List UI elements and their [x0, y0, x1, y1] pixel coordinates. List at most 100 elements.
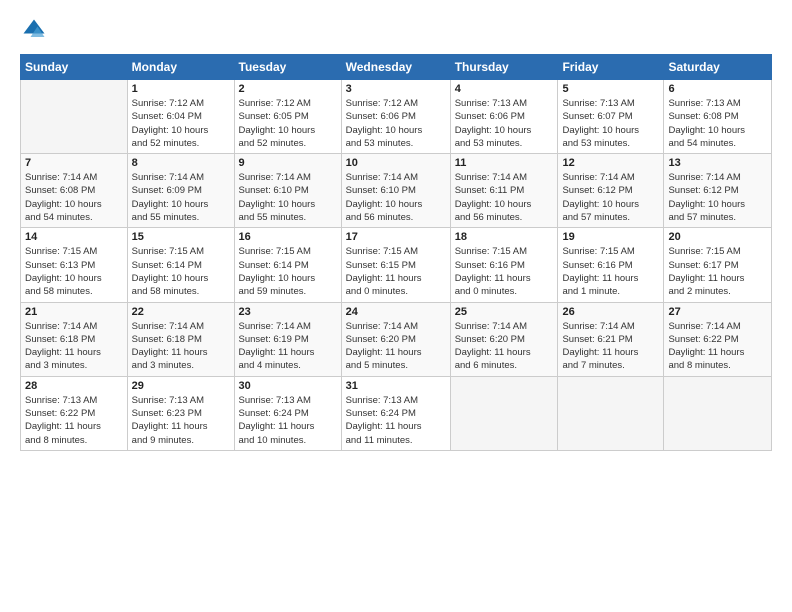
calendar-cell: 3Sunrise: 7:12 AMSunset: 6:06 PMDaylight… — [341, 80, 450, 154]
day-info: Sunrise: 7:15 AMSunset: 6:13 PMDaylight:… — [25, 245, 123, 298]
calendar-cell: 9 Sunrise: 7:14 AMSunset: 6:10 PMDaylight… — [234, 154, 341, 228]
day-info: Sunrise: 7:15 AMSunset: 6:17 PMDaylight:… — [668, 245, 767, 298]
day-number: 6 — [668, 83, 767, 95]
day-info: Sunrise: 7:14 AMSunset: 6:12 PMDaylight:… — [668, 171, 767, 224]
day-number: 24 — [346, 306, 446, 318]
day-info: Sunrise: 7:14 AMSunset: 6:08 PMDaylight:… — [25, 171, 123, 224]
week-row-5: 28 Sunrise: 7:13 AMSunset: 6:22 PMDayligh… — [21, 376, 772, 450]
day-number: 31 — [346, 380, 446, 392]
day-number: 20 — [668, 231, 767, 243]
day-info: Sunrise: 7:15 AMSunset: 6:14 PMDaylight:… — [239, 245, 337, 298]
day-info: Sunrise: 7:12 AMSunset: 6:05 PMDaylight:… — [239, 97, 337, 150]
day-info: Sunrise: 7:13 AMSunset: 6:24 PMDaylight:… — [346, 394, 446, 447]
day-number: 2 — [239, 83, 337, 95]
day-info: Sunrise: 7:14 AMSunset: 6:12 PMDaylight:… — [562, 171, 659, 224]
calendar-cell: 30 Sunrise: 7:13 AMSunset: 6:24 PMDayligh… — [234, 376, 341, 450]
calendar-cell: 26 Sunrise: 7:14 AMSunset: 6:21 PMDayligh… — [558, 302, 664, 376]
calendar-cell: 14 Sunrise: 7:15 AMSunset: 6:13 PMDayligh… — [21, 228, 128, 302]
day-info: Sunrise: 7:14 AMSunset: 6:10 PMDaylight:… — [346, 171, 446, 224]
day-info: Sunrise: 7:13 AMSunset: 6:06 PMDaylight:… — [455, 97, 554, 150]
day-number: 22 — [132, 306, 230, 318]
day-info: Sunrise: 7:14 AMSunset: 6:18 PMDaylight:… — [25, 320, 123, 373]
calendar-cell — [558, 376, 664, 450]
day-info: Sunrise: 7:14 AMSunset: 6:19 PMDaylight:… — [239, 320, 337, 373]
day-info: Sunrise: 7:14 AMSunset: 6:18 PMDaylight:… — [132, 320, 230, 373]
logo-icon — [20, 16, 48, 44]
day-number: 12 — [562, 157, 659, 169]
day-number: 7 — [25, 157, 123, 169]
calendar-cell: 21 Sunrise: 7:14 AMSunset: 6:18 PMDayligh… — [21, 302, 128, 376]
calendar-table: SundayMondayTuesdayWednesdayThursdayFrid… — [20, 54, 772, 451]
calendar-cell: 6 Sunrise: 7:13 AMSunset: 6:08 PMDaylight… — [664, 80, 772, 154]
calendar-cell: 15Sunrise: 7:15 AMSunset: 6:14 PMDayligh… — [127, 228, 234, 302]
calendar-cell — [664, 376, 772, 450]
day-info: Sunrise: 7:15 AMSunset: 6:14 PMDaylight:… — [132, 245, 230, 298]
calendar-cell: 12 Sunrise: 7:14 AMSunset: 6:12 PMDayligh… — [558, 154, 664, 228]
day-number: 17 — [346, 231, 446, 243]
day-number: 28 — [25, 380, 123, 392]
calendar-cell: 22 Sunrise: 7:14 AMSunset: 6:18 PMDayligh… — [127, 302, 234, 376]
day-number: 25 — [455, 306, 554, 318]
day-number: 19 — [562, 231, 659, 243]
day-info: Sunrise: 7:15 AMSunset: 6:16 PMDaylight:… — [455, 245, 554, 298]
day-info: Sunrise: 7:15 AMSunset: 6:15 PMDaylight:… — [346, 245, 446, 298]
day-number: 23 — [239, 306, 337, 318]
day-number: 30 — [239, 380, 337, 392]
weekday-header-saturday: Saturday — [664, 55, 772, 80]
day-info: Sunrise: 7:14 AMSunset: 6:21 PMDaylight:… — [562, 320, 659, 373]
week-row-4: 21 Sunrise: 7:14 AMSunset: 6:18 PMDayligh… — [21, 302, 772, 376]
weekday-header-monday: Monday — [127, 55, 234, 80]
page: SundayMondayTuesdayWednesdayThursdayFrid… — [0, 0, 792, 612]
calendar-cell: 25 Sunrise: 7:14 AMSunset: 6:20 PMDayligh… — [450, 302, 558, 376]
day-number: 29 — [132, 380, 230, 392]
calendar-cell: 2 Sunrise: 7:12 AMSunset: 6:05 PMDaylight… — [234, 80, 341, 154]
day-number: 9 — [239, 157, 337, 169]
calendar-cell: 18 Sunrise: 7:15 AMSunset: 6:16 PMDayligh… — [450, 228, 558, 302]
day-info: Sunrise: 7:12 AMSunset: 6:04 PMDaylight:… — [132, 97, 230, 150]
calendar-cell: 5Sunrise: 7:13 AMSunset: 6:07 PMDaylight… — [558, 80, 664, 154]
calendar-cell: 8Sunrise: 7:14 AMSunset: 6:09 PMDaylight… — [127, 154, 234, 228]
day-info: Sunrise: 7:13 AMSunset: 6:22 PMDaylight:… — [25, 394, 123, 447]
calendar-cell: 28 Sunrise: 7:13 AMSunset: 6:22 PMDayligh… — [21, 376, 128, 450]
day-number: 21 — [25, 306, 123, 318]
calendar-cell: 10 Sunrise: 7:14 AMSunset: 6:10 PMDayligh… — [341, 154, 450, 228]
weekday-header-friday: Friday — [558, 55, 664, 80]
calendar-cell: 23 Sunrise: 7:14 AMSunset: 6:19 PMDayligh… — [234, 302, 341, 376]
calendar-cell: 29 Sunrise: 7:13 AMSunset: 6:23 PMDayligh… — [127, 376, 234, 450]
calendar-cell: 27 Sunrise: 7:14 AMSunset: 6:22 PMDayligh… — [664, 302, 772, 376]
day-info: Sunrise: 7:14 AMSunset: 6:22 PMDaylight:… — [668, 320, 767, 373]
day-number: 10 — [346, 157, 446, 169]
weekday-header-tuesday: Tuesday — [234, 55, 341, 80]
week-row-2: 7 Sunrise: 7:14 AMSunset: 6:08 PMDaylight… — [21, 154, 772, 228]
day-info: Sunrise: 7:13 AMSunset: 6:08 PMDaylight:… — [668, 97, 767, 150]
day-number: 27 — [668, 306, 767, 318]
day-number: 18 — [455, 231, 554, 243]
calendar-cell — [450, 376, 558, 450]
calendar-cell: 4 Sunrise: 7:13 AMSunset: 6:06 PMDaylight… — [450, 80, 558, 154]
calendar-cell: 19 Sunrise: 7:15 AMSunset: 6:16 PMDayligh… — [558, 228, 664, 302]
calendar-cell: 24Sunrise: 7:14 AMSunset: 6:20 PMDayligh… — [341, 302, 450, 376]
calendar-cell: 31 Sunrise: 7:13 AMSunset: 6:24 PMDayligh… — [341, 376, 450, 450]
day-info: Sunrise: 7:14 AMSunset: 6:20 PMDaylight:… — [455, 320, 554, 373]
day-info: Sunrise: 7:13 AMSunset: 6:24 PMDaylight:… — [239, 394, 337, 447]
day-info: Sunrise: 7:14 AMSunset: 6:10 PMDaylight:… — [239, 171, 337, 224]
day-info: Sunrise: 7:13 AMSunset: 6:23 PMDaylight:… — [132, 394, 230, 447]
weekday-header-sunday: Sunday — [21, 55, 128, 80]
day-info: Sunrise: 7:14 AMSunset: 6:09 PMDaylight:… — [132, 171, 230, 224]
day-number: 4 — [455, 83, 554, 95]
day-number: 14 — [25, 231, 123, 243]
logo — [20, 16, 52, 44]
week-row-3: 14 Sunrise: 7:15 AMSunset: 6:13 PMDayligh… — [21, 228, 772, 302]
weekday-header-wednesday: Wednesday — [341, 55, 450, 80]
header — [20, 16, 772, 44]
calendar-cell: 1 Sunrise: 7:12 AMSunset: 6:04 PMDaylight… — [127, 80, 234, 154]
day-number: 1 — [132, 83, 230, 95]
day-info: Sunrise: 7:12 AMSunset: 6:06 PMDaylight:… — [346, 97, 446, 150]
day-number: 26 — [562, 306, 659, 318]
weekday-header-thursday: Thursday — [450, 55, 558, 80]
weekday-header-row: SundayMondayTuesdayWednesdayThursdayFrid… — [21, 55, 772, 80]
calendar-cell: 17 Sunrise: 7:15 AMSunset: 6:15 PMDayligh… — [341, 228, 450, 302]
day-info: Sunrise: 7:15 AMSunset: 6:16 PMDaylight:… — [562, 245, 659, 298]
day-number: 11 — [455, 157, 554, 169]
calendar-cell: 20 Sunrise: 7:15 AMSunset: 6:17 PMDayligh… — [664, 228, 772, 302]
